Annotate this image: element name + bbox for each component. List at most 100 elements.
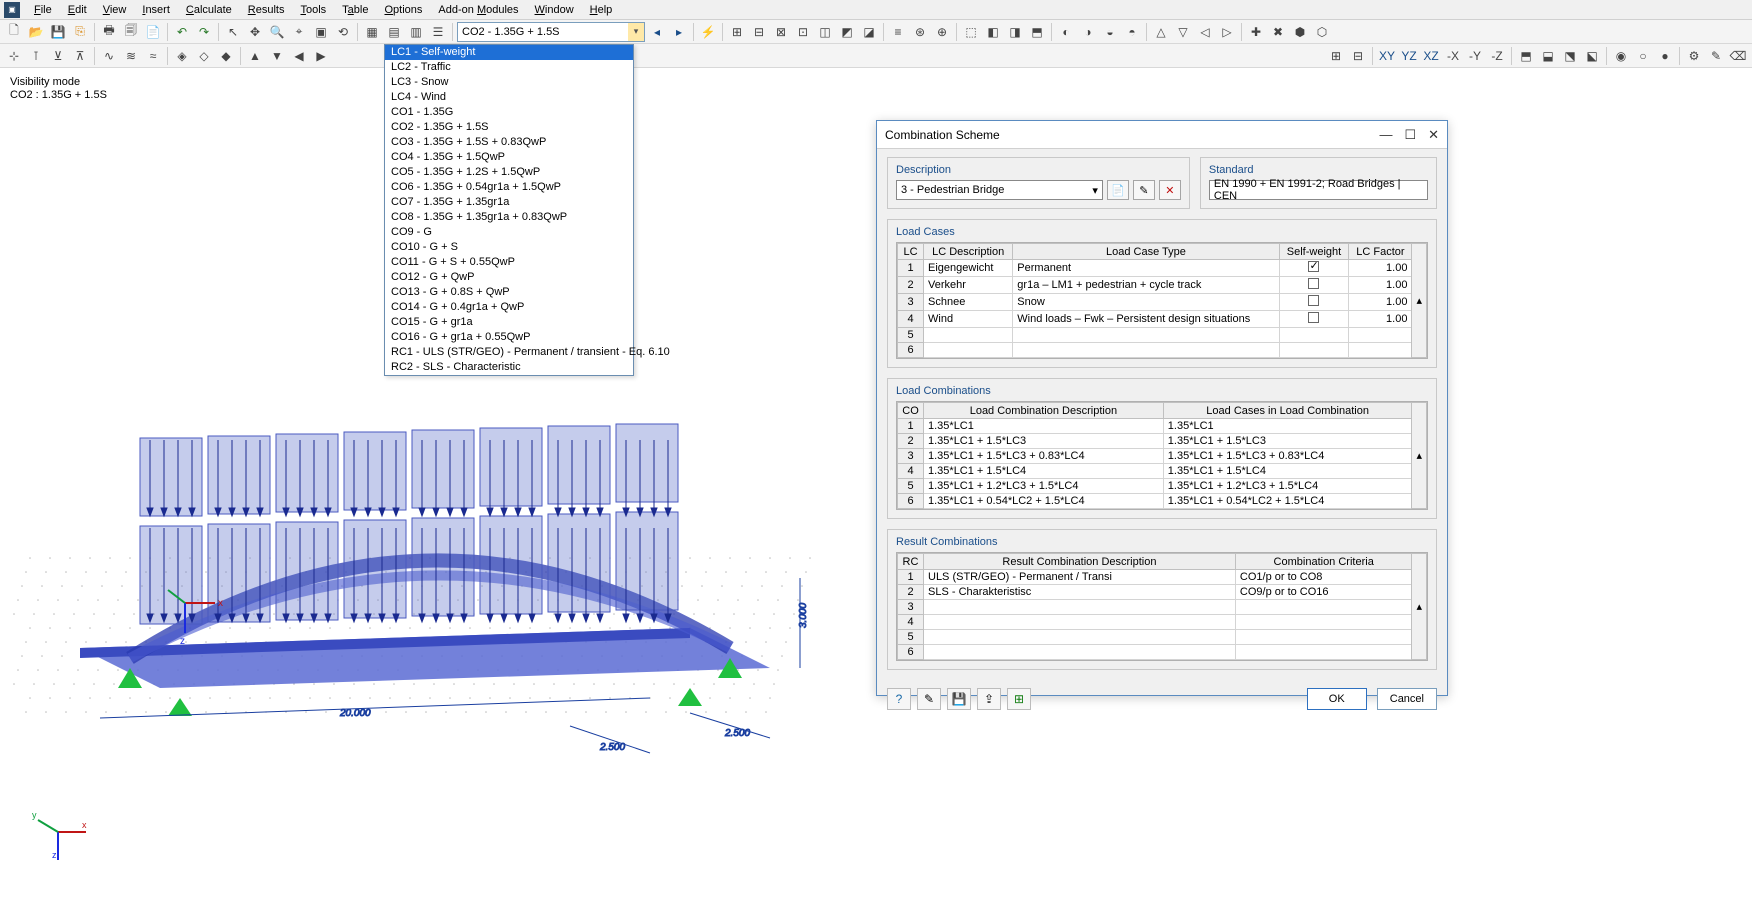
menu-help[interactable]: Help [582,2,621,18]
tool-u-icon[interactable]: ◁ [1195,22,1215,42]
dropdown-option[interactable]: CO2 - 1.35G + 1.5S [385,120,633,135]
dropdown-option[interactable]: CO9 - G [385,225,633,240]
t2-12-icon[interactable]: ▼ [267,46,287,66]
menu-options[interactable]: Options [376,2,430,18]
view3-icon[interactable]: ▥ [406,22,426,42]
standard-field[interactable]: EN 1990 + EN 1991-2; Road Bridges | CEN [1209,180,1428,200]
t2-r17-icon[interactable]: ✎ [1706,46,1726,66]
dropdown-option[interactable]: CO15 - G + gr1a [385,315,633,330]
menu-view[interactable]: View [95,2,135,18]
tool-n-icon[interactable]: ⬒ [1027,22,1047,42]
dropdown-option[interactable]: LC2 - Traffic [385,60,633,75]
view4-icon[interactable]: ☰ [428,22,448,42]
tool-l-icon[interactable]: ◧ [983,22,1003,42]
calc-icon[interactable]: ⚡ [698,22,718,42]
chevron-down-icon[interactable]: ▾ [628,23,644,41]
menu-insert[interactable]: Insert [134,2,178,18]
t2-6-icon[interactable]: ≋ [121,46,141,66]
menu-table[interactable]: Table [334,2,376,18]
dropdown-option[interactable]: CO13 - G + 0.8S + QwP [385,285,633,300]
menu-file[interactable]: File [26,2,60,18]
dropdown-option[interactable]: LC1 - Self-weight [385,45,633,60]
load-dropdown[interactable]: LC1 - Self-weightLC2 - TrafficLC3 - Snow… [384,44,634,376]
dropdown-option[interactable]: CO12 - G + QwP [385,270,633,285]
maximize-icon[interactable]: ☐ [1404,127,1416,143]
save-scheme-icon[interactable]: 💾 [947,688,971,710]
tool-q-icon[interactable]: ◒ [1100,22,1120,42]
t2-r11-icon[interactable]: ⬔ [1560,46,1580,66]
t2-9-icon[interactable]: ◇ [194,46,214,66]
rotate-icon[interactable]: ⟲ [333,22,353,42]
undo-icon[interactable]: ↶ [172,22,192,42]
t2-5-icon[interactable]: ∿ [99,46,119,66]
menu-window[interactable]: Window [527,2,582,18]
close-icon[interactable]: ✕ [1428,127,1439,143]
result-combos-grid[interactable]: RCResult Combination DescriptionCombinat… [896,552,1428,661]
next-icon[interactable]: ▸ [669,22,689,42]
dropdown-option[interactable]: CO4 - 1.35G + 1.5QwP [385,150,633,165]
tool-h-icon[interactable]: ≡ [888,22,908,42]
t2-r14-icon[interactable]: ○ [1633,46,1653,66]
tool-s-icon[interactable]: △ [1151,22,1171,42]
tool-p-icon[interactable]: ◑ [1078,22,1098,42]
t2-r18-icon[interactable]: ⌫ [1728,46,1748,66]
redo-icon[interactable]: ↷ [194,22,214,42]
save-icon[interactable]: 💾 [48,22,68,42]
tool-e-icon[interactable]: ◫ [815,22,835,42]
delete-desc-button[interactable]: ✕ [1159,180,1181,200]
t2-3-icon[interactable]: ⊻ [48,46,68,66]
export-icon[interactable]: ⇪ [977,688,1001,710]
tool-d-icon[interactable]: ⊡ [793,22,813,42]
description-select[interactable]: 3 - Pedestrian Bridge▾ [896,180,1103,200]
menu-calculate[interactable]: Calculate [178,2,240,18]
saveall-icon[interactable]: ⎘ [70,22,90,42]
load-combo[interactable]: ▾ [457,22,645,42]
tool-y-icon[interactable]: ⬢ [1290,22,1310,42]
t2-r5-icon[interactable]: XZ [1421,46,1441,66]
tool-b-icon[interactable]: ⊟ [749,22,769,42]
ok-button[interactable]: OK [1307,688,1367,710]
t2-r10-icon[interactable]: ⬓ [1538,46,1558,66]
move-icon[interactable]: ✥ [245,22,265,42]
tool-t-icon[interactable]: ▽ [1173,22,1193,42]
minimize-icon[interactable]: — [1379,127,1392,143]
t2-7-icon[interactable]: ≈ [143,46,163,66]
tool-w-icon[interactable]: ✚ [1246,22,1266,42]
tool-o-icon[interactable]: ◐ [1056,22,1076,42]
view1-icon[interactable]: ▦ [362,22,382,42]
dropdown-option[interactable]: CO16 - G + gr1a + 0.55QwP [385,330,633,345]
t2-r12-icon[interactable]: ⬕ [1582,46,1602,66]
t2-r15-icon[interactable]: ● [1655,46,1675,66]
tool-k-icon[interactable]: ⬚ [961,22,981,42]
prev-icon[interactable]: ◂ [647,22,667,42]
doc-icon[interactable]: 📄 [143,22,163,42]
menu-results[interactable]: Results [240,2,293,18]
tool-g-icon[interactable]: ◪ [859,22,879,42]
load-cases-grid[interactable]: LCLC DescriptionLoad Case TypeSelf-weigh… [896,242,1428,359]
dropdown-option[interactable]: RC2 - SLS - Characteristic [385,360,633,375]
help-icon[interactable]: ? [887,688,911,710]
dialog-titlebar[interactable]: Combination Scheme — ☐ ✕ [877,121,1447,149]
menu-addon[interactable]: Add-on Modules [430,2,526,18]
tool-v-icon[interactable]: ▷ [1217,22,1237,42]
dropdown-option[interactable]: CO14 - G + 0.4gr1a + QwP [385,300,633,315]
dropdown-option[interactable]: CO1 - 1.35G [385,105,633,120]
tool-c-icon[interactable]: ⊠ [771,22,791,42]
tool-r-icon[interactable]: ◓ [1122,22,1142,42]
view2-icon[interactable]: ▤ [384,22,404,42]
dropdown-option[interactable]: CO8 - 1.35G + 1.35gr1a + 0.83QwP [385,210,633,225]
t2-r4-icon[interactable]: YZ [1399,46,1419,66]
tool-z-icon[interactable]: ⬡ [1312,22,1332,42]
zoomall-icon[interactable]: ▣ [311,22,331,42]
cursor-icon[interactable]: ↖ [223,22,243,42]
menu-edit[interactable]: Edit [60,2,95,18]
tool-i-icon[interactable]: ⊛ [910,22,930,42]
edit-icon[interactable]: ✎ [917,688,941,710]
dropdown-option[interactable]: LC4 - Wind [385,90,633,105]
dropdown-option[interactable]: CO7 - 1.35G + 1.35gr1a [385,195,633,210]
t2-8-icon[interactable]: ◈ [172,46,192,66]
dropdown-option[interactable]: LC3 - Snow [385,75,633,90]
new-desc-button[interactable]: 📄 [1107,180,1129,200]
tool-x-icon[interactable]: ✖ [1268,22,1288,42]
excel-icon[interactable]: ⊞ [1007,688,1031,710]
